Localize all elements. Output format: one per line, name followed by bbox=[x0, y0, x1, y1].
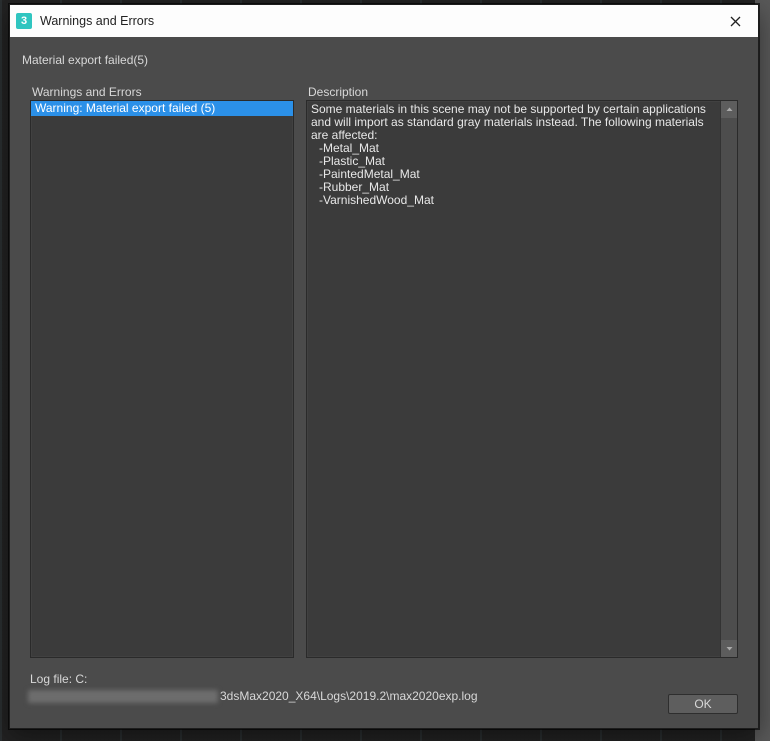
description-content: Some materials in this scene may not be … bbox=[307, 101, 720, 657]
close-icon bbox=[730, 16, 741, 27]
description-textbox[interactable]: Some materials in this scene may not be … bbox=[306, 100, 738, 658]
close-button[interactable] bbox=[712, 5, 758, 37]
titlebar: 3 Warnings and Errors bbox=[10, 5, 758, 37]
warnings-panel: Warnings and Errors Warning: Material ex… bbox=[30, 85, 294, 658]
description-panel-label: Description bbox=[306, 85, 738, 99]
description-intro: Some materials in this scene may not be … bbox=[311, 103, 716, 142]
scroll-down-button[interactable] bbox=[721, 640, 737, 657]
dialog-footer: Log file: C: 3dsMax2020_X64\Logs\2019.2\… bbox=[20, 672, 748, 718]
chevron-up-icon bbox=[726, 106, 733, 113]
warnings-list-item[interactable]: Warning: Material export failed (5) bbox=[31, 101, 293, 116]
window-title: Warnings and Errors bbox=[40, 14, 712, 28]
affected-material: -VarnishedWood_Mat bbox=[311, 194, 716, 207]
log-file-label: Log file: C: bbox=[30, 672, 87, 686]
panels-row: Warnings and Errors Warning: Material ex… bbox=[20, 85, 748, 658]
description-panel: Description Some materials in this scene… bbox=[306, 85, 738, 658]
subtitle-text: Material export failed(5) bbox=[20, 53, 748, 67]
warnings-listbox[interactable]: Warning: Material export failed (5) bbox=[30, 100, 294, 658]
warnings-panel-label: Warnings and Errors bbox=[30, 85, 294, 99]
warnings-errors-dialog: 3 Warnings and Errors Material export fa… bbox=[9, 4, 759, 729]
dialog-body: Material export failed(5) Warnings and E… bbox=[10, 37, 758, 728]
description-scrollbar[interactable] bbox=[720, 101, 737, 657]
scroll-up-button[interactable] bbox=[721, 101, 737, 118]
redacted-path-segment bbox=[28, 690, 218, 703]
ok-button[interactable]: OK bbox=[668, 694, 738, 714]
chevron-down-icon bbox=[726, 645, 733, 652]
log-file-row: Log file: C: bbox=[30, 672, 738, 686]
app-icon: 3 bbox=[16, 13, 32, 29]
